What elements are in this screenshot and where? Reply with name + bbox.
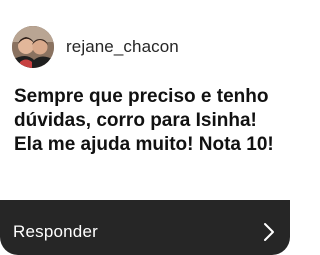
comment-text: Sempre que preciso e tenho dúvidas, corr… xyxy=(14,86,274,155)
chevron-right-icon xyxy=(264,222,274,241)
avatar-photo-icon xyxy=(12,26,54,68)
avatar[interactable] xyxy=(12,26,54,68)
reply-button[interactable]: Responder xyxy=(0,200,290,255)
reply-button-label: Responder xyxy=(13,221,98,241)
comment-header: rejane_chacon xyxy=(12,26,179,68)
reply-card: rejane_chacon Sempre que preciso e tenho… xyxy=(0,0,290,255)
username[interactable]: rejane_chacon xyxy=(66,37,179,57)
